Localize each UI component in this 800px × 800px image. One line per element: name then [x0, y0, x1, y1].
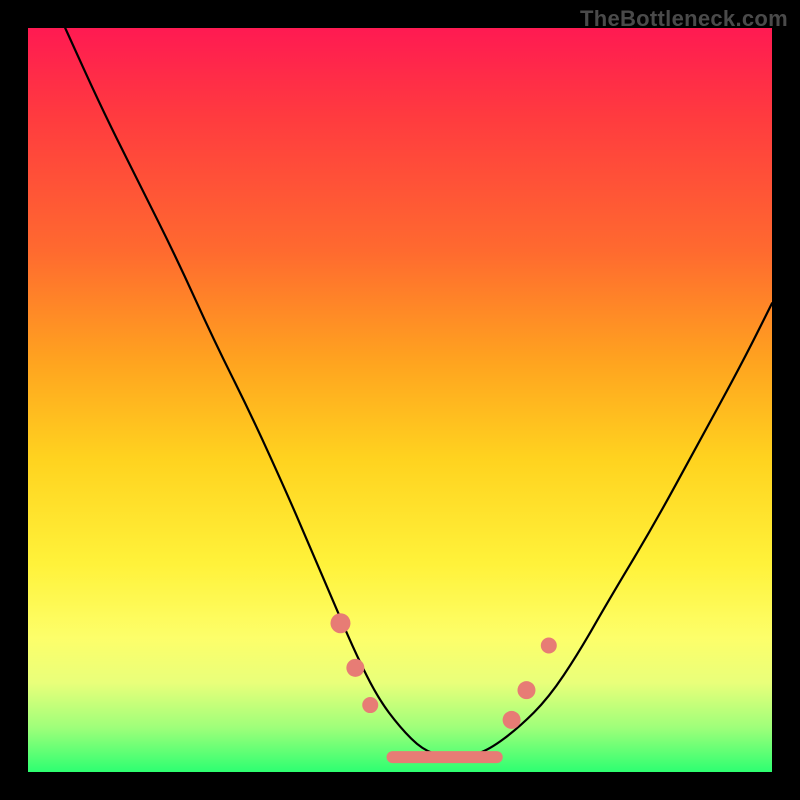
curve-marker: [346, 659, 364, 677]
curve-marker: [330, 613, 350, 633]
curve-marker: [362, 697, 378, 713]
curve-marker: [517, 681, 535, 699]
curve-marker: [541, 638, 557, 654]
chart-frame: TheBottleneck.com: [0, 0, 800, 800]
bottleneck-curve: [65, 28, 772, 757]
curve-svg: [28, 28, 772, 772]
watermark-text: TheBottleneck.com: [580, 6, 788, 32]
curve-marker: [503, 711, 521, 729]
plot-area: [28, 28, 772, 772]
